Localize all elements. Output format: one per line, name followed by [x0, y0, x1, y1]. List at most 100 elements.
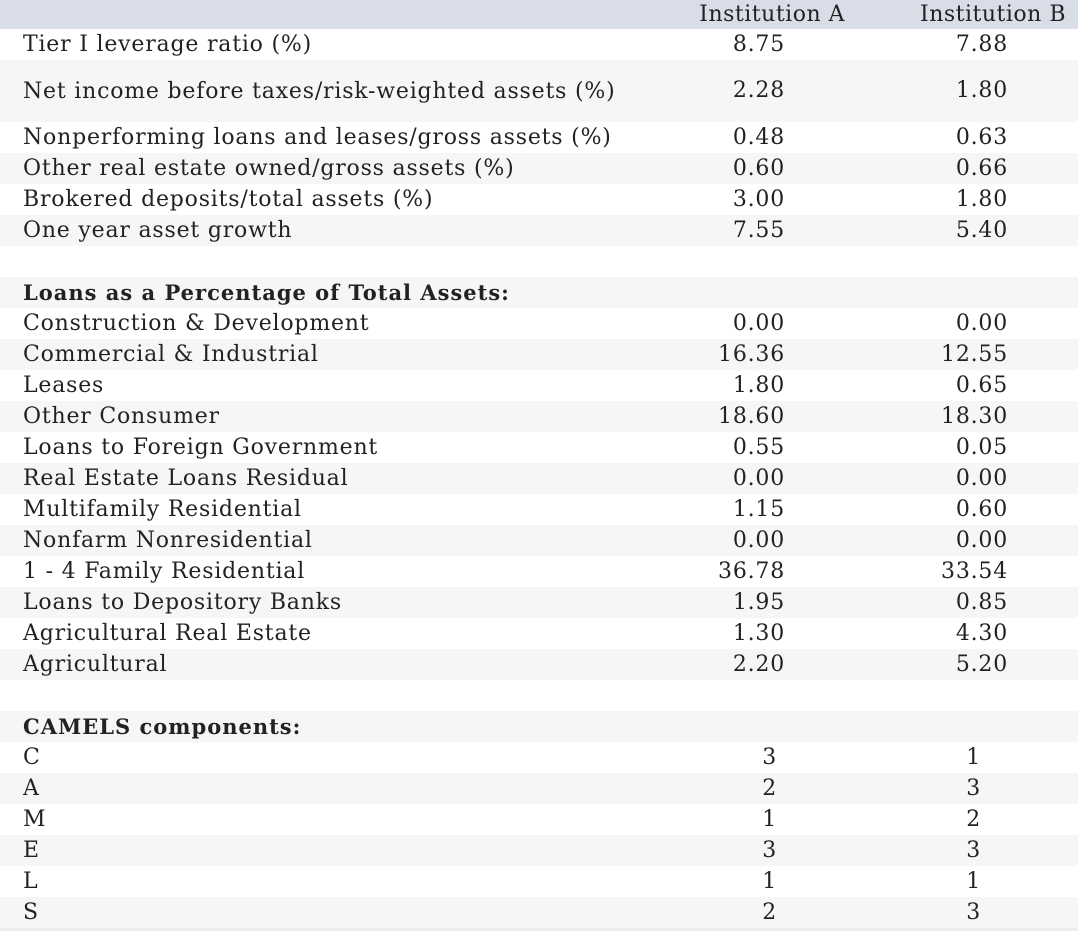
value-institution-a: 2: [762, 775, 777, 801]
row-label: Nonfarm Nonresidential: [23, 527, 313, 553]
value-institution-a: 1.95: [732, 589, 785, 615]
value-institution-a: 0.00: [732, 465, 785, 491]
value-institution-a: 1: [762, 806, 777, 832]
row-label: Other real estate owned/gross assets (%): [23, 155, 515, 181]
value-institution-b: 33.54: [941, 558, 1008, 584]
row-label: Agricultural: [23, 651, 168, 677]
table-row: Commercial & Industrial 16.36 12.55: [0, 339, 1078, 370]
value-institution-b: 1: [966, 744, 981, 770]
value-institution-a: 0.00: [732, 527, 785, 553]
value-institution-a: 1: [762, 868, 777, 894]
row-label: One year asset growth: [23, 217, 293, 243]
spacer-row: [0, 246, 1078, 277]
value-institution-a: 0.00: [732, 310, 785, 336]
table-row: Agricultural 2.20 5.20: [0, 649, 1078, 680]
row-label: Real Estate Loans Residual: [23, 465, 349, 491]
table-row: Multifamily Residential 1.15 0.60: [0, 494, 1078, 525]
table-row: Nonfarm Nonresidential 0.00 0.00: [0, 525, 1078, 556]
value-institution-a: 3: [762, 744, 777, 770]
row-label: Loans to Depository Banks: [23, 589, 342, 615]
table-row: Loans to Depository Banks 1.95 0.85: [0, 587, 1078, 618]
value-institution-b: 18.30: [941, 403, 1008, 429]
value-institution-a: 1.80: [732, 372, 785, 398]
table-row: Tier I leverage ratio (%) 8.75 7.88: [0, 29, 1078, 60]
row-label: Multifamily Residential: [23, 496, 302, 522]
institution-comparison-table: Institution A Institution B Tier I lever…: [0, 0, 1078, 928]
table-row: Real Estate Loans Residual 0.00 0.00: [0, 463, 1078, 494]
table-row: Leases 1.80 0.65: [0, 370, 1078, 401]
row-label: Net income before taxes/risk-weighted as…: [23, 78, 616, 104]
table-row: E 3 3: [0, 835, 1078, 866]
section-header-camels: CAMELS components:: [0, 711, 1078, 742]
value-institution-a: 3.00: [732, 186, 785, 212]
value-institution-a: 0.60: [732, 155, 785, 181]
table-row: Net income before taxes/risk-weighted as…: [0, 60, 1078, 122]
header-institution-b: Institution B: [920, 2, 1066, 27]
table-row: M 1 2: [0, 804, 1078, 835]
value-institution-a: 0.55: [732, 434, 785, 460]
table-row: C 3 1: [0, 742, 1078, 773]
section-title: CAMELS components:: [23, 713, 302, 739]
value-institution-b: 12.55: [941, 341, 1008, 367]
value-institution-a: 16.36: [718, 341, 785, 367]
value-institution-a: 8.75: [732, 31, 785, 57]
row-label: Leases: [23, 372, 105, 398]
table-row: L 1 1: [0, 866, 1078, 897]
table-row: Other real estate owned/gross assets (%)…: [0, 153, 1078, 184]
value-institution-a: 18.60: [718, 403, 785, 429]
value-institution-b: 5.20: [955, 651, 1008, 677]
value-institution-a: 0.48: [732, 124, 785, 150]
value-institution-b: 2: [966, 806, 981, 832]
value-institution-a: 2.20: [732, 651, 785, 677]
value-institution-b: 0.66: [955, 155, 1008, 181]
spacer-row: [0, 680, 1078, 711]
table-row: One year asset growth 7.55 5.40: [0, 215, 1078, 246]
value-institution-b: 1.80: [955, 186, 1008, 212]
row-label: Loans to Foreign Government: [23, 434, 379, 460]
value-institution-b: 0.05: [955, 434, 1008, 460]
row-label: L: [23, 868, 39, 894]
table-row: Other Consumer 18.60 18.30: [0, 401, 1078, 432]
value-institution-b: 0.63: [955, 124, 1008, 150]
value-institution-b: 5.40: [955, 217, 1008, 243]
row-label: Construction & Development: [23, 310, 370, 336]
value-institution-b: 4.30: [955, 620, 1008, 646]
row-label: E: [23, 837, 40, 863]
value-institution-b: 0.85: [955, 589, 1008, 615]
row-label: Commercial & Industrial: [23, 341, 319, 367]
table-row: S 2 3: [0, 897, 1078, 928]
row-label: 1 - 4 Family Residential: [23, 558, 306, 584]
row-label: C: [23, 744, 41, 770]
table-row: Brokered deposits/total assets (%) 3.00 …: [0, 184, 1078, 215]
value-institution-b: 0.00: [955, 310, 1008, 336]
header-label: [0, 0, 670, 29]
value-institution-b: 1.80: [955, 78, 1008, 103]
row-label: Agricultural Real Estate: [23, 620, 312, 646]
value-institution-a: 2: [762, 899, 777, 925]
row-label: Other Consumer: [23, 403, 220, 429]
value-institution-b: 0.65: [955, 372, 1008, 398]
value-institution-a: 2.28: [732, 78, 785, 103]
table-row: Loans to Foreign Government 0.55 0.05: [0, 432, 1078, 463]
header-institution-a: Institution A: [699, 2, 845, 27]
value-institution-b: 3: [966, 837, 981, 863]
value-institution-b: 0.00: [955, 527, 1008, 553]
row-label: Tier I leverage ratio (%): [23, 31, 312, 57]
value-institution-b: 3: [966, 775, 981, 801]
row-label: M: [23, 806, 47, 832]
section-title: Loans as a Percentage of Total Assets:: [23, 279, 510, 305]
row-label: A: [23, 775, 40, 801]
row-label: Brokered deposits/total assets (%): [23, 186, 434, 212]
table-bottom-border: [0, 928, 1078, 931]
value-institution-b: 0.60: [955, 496, 1008, 522]
value-institution-b: 0.00: [955, 465, 1008, 491]
value-institution-a: 36.78: [718, 558, 785, 584]
value-institution-a: 3: [762, 837, 777, 863]
value-institution-b: 7.88: [955, 31, 1008, 57]
value-institution-a: 1.30: [732, 620, 785, 646]
value-institution-a: 1.15: [732, 496, 785, 522]
row-label: Nonperforming loans and leases/gross ass…: [23, 124, 612, 150]
table-row: Agricultural Real Estate 1.30 4.30: [0, 618, 1078, 649]
value-institution-b: 1: [966, 868, 981, 894]
table-row: A 2 3: [0, 773, 1078, 804]
